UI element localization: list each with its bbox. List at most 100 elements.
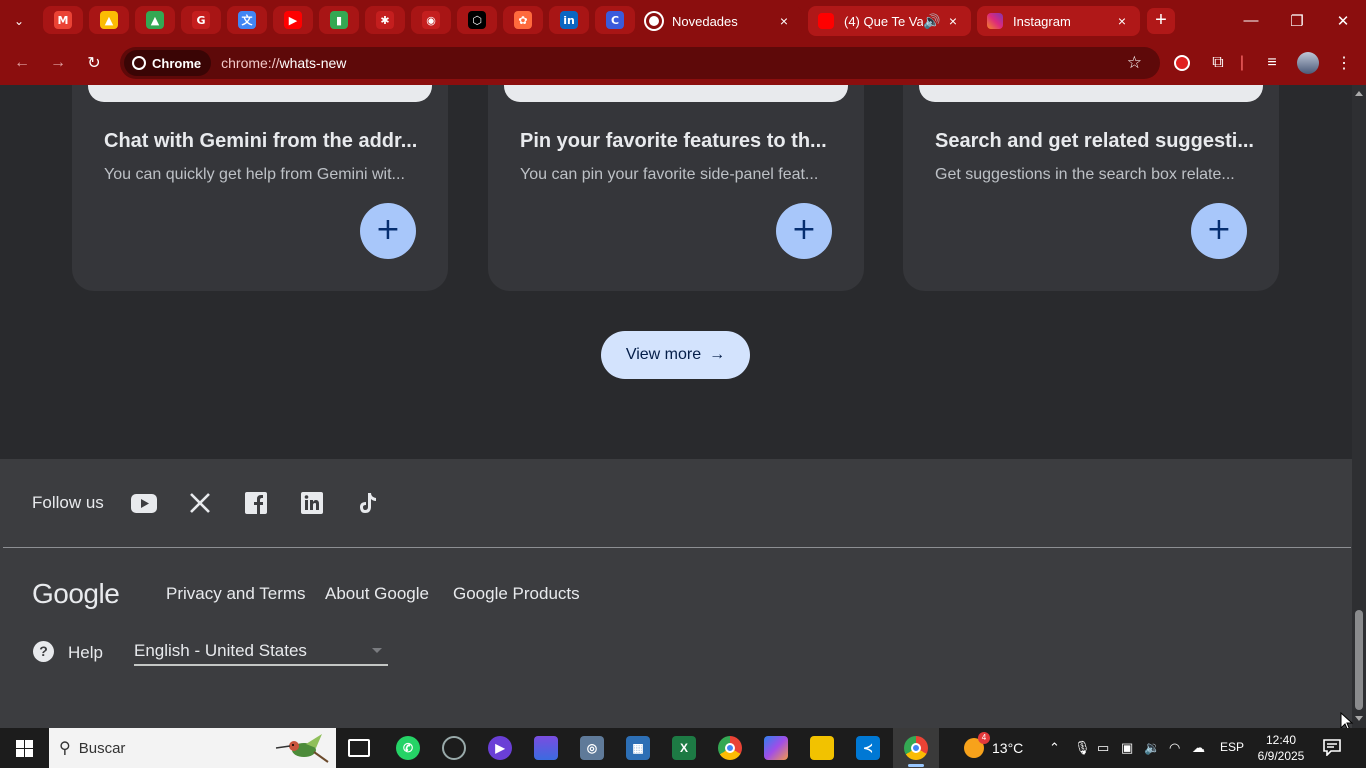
copilot-icon[interactable] — [764, 736, 788, 760]
bookmark-star-icon[interactable]: ☆ — [1127, 53, 1142, 73]
back-icon[interactable]: ← — [10, 51, 34, 75]
weather-widget[interactable]: 4 13°C — [964, 732, 1023, 758]
notification-icon[interactable] — [1322, 738, 1342, 756]
google-icon: G — [192, 11, 210, 29]
new-tab-button[interactable]: + — [1147, 8, 1175, 34]
expand-card-button[interactable]: + — [1191, 203, 1247, 259]
chrome-favicon-icon — [646, 13, 662, 29]
file-explorer-icon[interactable] — [810, 736, 834, 760]
pinned-tab-linkedin[interactable]: in — [549, 6, 589, 34]
search-placeholder: Buscar — [78, 739, 126, 757]
taskbar-search[interactable]: ⚲ Buscar — [49, 728, 336, 768]
whatsapp-icon[interactable]: ✆ — [396, 736, 420, 760]
speaker-icon[interactable]: 🔊 — [923, 13, 940, 30]
time: 12:40 — [1265, 733, 1297, 747]
scrollbar-thumb[interactable] — [1355, 610, 1363, 710]
follow-us-label: Follow us — [32, 493, 104, 512]
meet-camera-icon[interactable]: ▣ — [1121, 740, 1133, 756]
extensions-puzzle-icon[interactable]: ⧉ — [1206, 51, 1230, 75]
url-prefix: chrome:// — [221, 55, 280, 71]
site-info-chip[interactable]: Chrome — [124, 50, 212, 76]
calculator-icon[interactable]: ▦ — [626, 736, 650, 760]
restore-button[interactable]: ❐ — [1274, 0, 1320, 41]
language-select[interactable]: English - United States — [134, 641, 388, 666]
reload-icon[interactable]: ↻ — [82, 51, 106, 75]
youtube-icon[interactable] — [131, 491, 157, 515]
language-value: English - United States — [134, 641, 307, 660]
view-more-button[interactable]: View more → — [601, 331, 750, 379]
card-description: You can quickly get help from Gemini wit… — [104, 166, 405, 183]
scroll-up-icon[interactable] — [1355, 91, 1363, 96]
tab-novedades[interactable]: Novedades × — [636, 6, 802, 36]
x-icon[interactable] — [187, 491, 213, 515]
address-bar[interactable]: Chrome chrome://whats-new ☆ — [120, 47, 1160, 79]
pinned-tab-github[interactable]: ◉ — [411, 6, 451, 34]
close-tab-icon[interactable]: × — [945, 13, 961, 29]
pinned-tab-app-c[interactable]: C — [595, 6, 635, 34]
tab-youtube-music[interactable]: (4) Que Te Vaya 🔊 × — [808, 6, 971, 36]
google-products-link[interactable]: Google Products — [453, 584, 580, 604]
app-hex-icon: ⬡ — [468, 11, 486, 29]
extension-red-icon[interactable] — [1170, 51, 1194, 75]
microphone-icon[interactable]: 🎙 — [1074, 740, 1091, 756]
tiktok-icon[interactable] — [355, 491, 381, 515]
pinned-tab-app-green[interactable]: ▮ — [319, 6, 359, 34]
show-hidden-icons-icon[interactable]: ⌃ — [1049, 740, 1060, 756]
about-google-link[interactable]: About Google — [325, 584, 429, 604]
youtube-icon: ▶ — [284, 11, 302, 29]
card-title: Chat with Gemini from the addr... — [104, 130, 418, 152]
close-window-button[interactable]: ✕ — [1320, 0, 1366, 41]
expand-card-button[interactable]: + — [360, 203, 416, 259]
feature-card-pin: Pin your favorite features to th... You … — [488, 85, 864, 291]
feature-card-search: Search and get related suggesti... Get s… — [903, 85, 1279, 291]
linkedin-icon: in — [560, 11, 578, 29]
pinned-tab-youtube[interactable]: ▶ — [273, 6, 313, 34]
battery-icon[interactable]: ▭ — [1097, 740, 1109, 756]
close-tab-icon[interactable]: × — [1114, 13, 1130, 29]
tab-instagram[interactable]: Instagram × — [977, 6, 1140, 36]
clock[interactable]: 12:40 6/9/2025 — [1252, 732, 1310, 764]
wifi-icon[interactable]: ◠ — [1169, 740, 1180, 756]
pinned-tab-google-drive[interactable]: ▲ — [89, 6, 129, 34]
vscode-icon[interactable]: ≺ — [856, 736, 880, 760]
url-path: whats-new — [279, 55, 347, 71]
language-indicator[interactable]: ESP — [1220, 740, 1244, 754]
pinned-tab-chatgpt[interactable]: ✿ — [503, 6, 543, 34]
pinned-tab-app-asterisk[interactable]: ✱ — [365, 6, 405, 34]
media-control-icon[interactable]: ≡ — [1260, 51, 1284, 75]
obs-icon[interactable] — [442, 736, 466, 760]
app-green-icon: ▮ — [330, 11, 348, 29]
minimize-button[interactable]: — — [1228, 0, 1274, 41]
privacy-terms-link[interactable]: Privacy and Terms — [166, 584, 306, 604]
help-icon[interactable]: ? — [33, 641, 54, 662]
page-scrollbar[interactable] — [1352, 85, 1366, 728]
tab-search-chevron-icon[interactable]: ⌄ — [8, 10, 30, 32]
start-button[interactable] — [0, 728, 48, 768]
forward-icon[interactable]: → — [46, 51, 70, 75]
chrome-profile-icon[interactable] — [904, 736, 928, 767]
pinned-tab-google-drive-2[interactable]: ▲ — [135, 6, 175, 34]
pinned-tab-gmail[interactable]: M — [43, 6, 83, 34]
pinned-tab-google-translate[interactable]: 文 — [227, 6, 267, 34]
scroll-down-icon[interactable] — [1355, 716, 1363, 721]
excel-icon[interactable]: X — [672, 736, 696, 760]
linkedin-icon[interactable] — [299, 491, 325, 515]
expand-card-button[interactable]: + — [776, 203, 832, 259]
chrome-icon[interactable] — [718, 736, 742, 760]
help-link[interactable]: Help — [68, 643, 103, 663]
profile-avatar[interactable] — [1296, 51, 1320, 75]
clipchamp-icon[interactable] — [534, 736, 558, 760]
pinned-tab-google[interactable]: G — [181, 6, 221, 34]
media-player-icon[interactable]: ▶ — [488, 736, 512, 760]
onedrive-icon[interactable]: ☁ — [1192, 740, 1205, 756]
pinned-tab-app-hex[interactable]: ⬡ — [457, 6, 497, 34]
camera-icon[interactable]: ◎ — [580, 736, 604, 760]
url-text[interactable]: chrome://whats-new — [221, 55, 346, 71]
close-tab-icon[interactable]: × — [776, 13, 792, 29]
facebook-icon[interactable] — [243, 491, 269, 515]
volume-icon[interactable]: 🔉 — [1144, 740, 1160, 756]
weather-sun-icon: 4 — [964, 732, 990, 758]
menu-kebab-icon[interactable]: ⋮ — [1332, 51, 1356, 75]
task-view-icon[interactable] — [348, 739, 370, 757]
app-c-icon: C — [606, 11, 624, 29]
